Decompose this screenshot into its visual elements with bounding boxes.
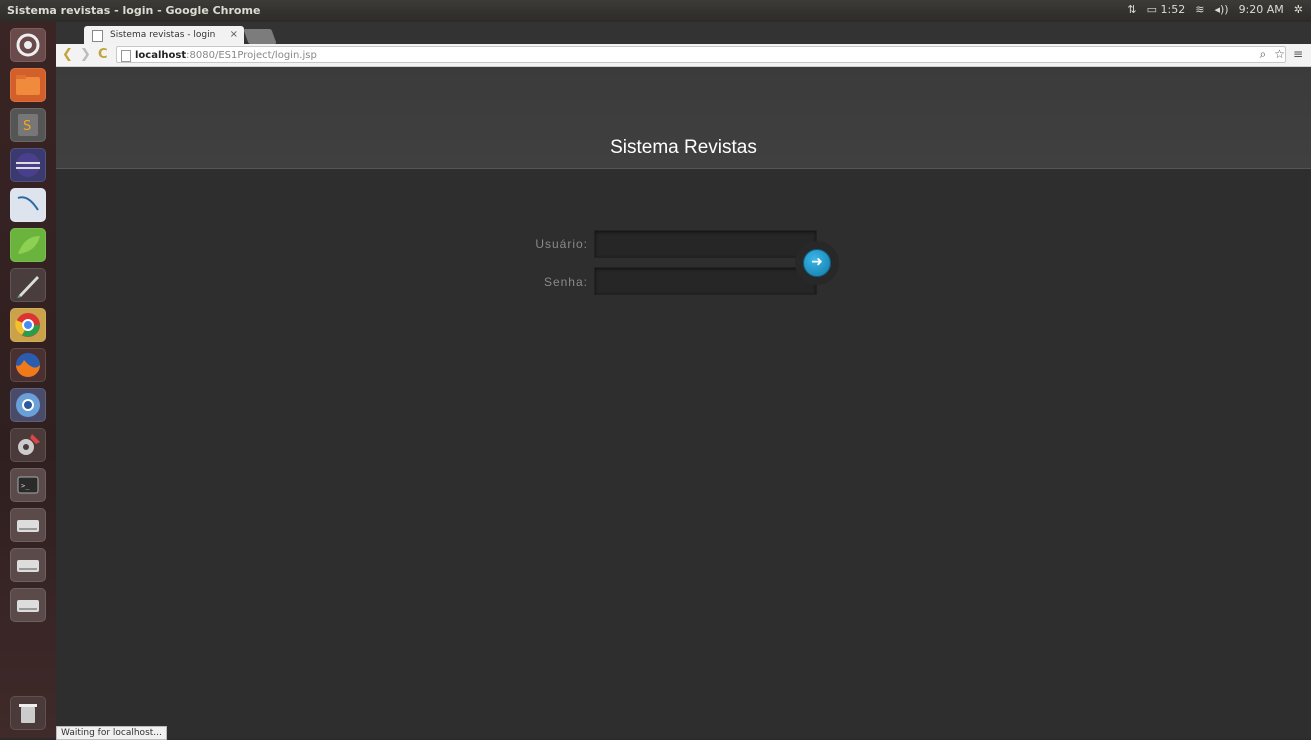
terminal-icon[interactable]: >_ (10, 468, 46, 502)
username-label: Usuário: (535, 237, 588, 251)
page-icon (121, 50, 131, 62)
network-icon[interactable]: ⇅ (1127, 3, 1136, 16)
url-path: :8080/ES1Project/login.jsp (186, 50, 317, 61)
reload-icon[interactable]: C (98, 47, 108, 63)
chrome-icon[interactable] (10, 308, 46, 342)
drive-icon[interactable] (10, 588, 46, 622)
svg-text:>_: >_ (21, 482, 30, 490)
gear-icon[interactable]: ✲ (1294, 3, 1303, 16)
tab-strip: Sistema revistas - login × (56, 22, 1311, 44)
page-icon (92, 30, 103, 42)
chromium-icon[interactable] (10, 388, 46, 422)
volume-icon[interactable]: ◂)) (1214, 3, 1228, 16)
wifi-icon[interactable]: ≋ (1195, 3, 1204, 16)
back-icon[interactable]: ❮ (62, 47, 73, 63)
battery-indicator[interactable]: ▭ 1:52 (1147, 3, 1186, 16)
address-bar[interactable]: localhost:8080/ES1Project/login.jsp (116, 46, 1286, 63)
window-title: Sistema revistas - login - Google Chrome (7, 4, 261, 17)
battery-time: 1:52 (1160, 3, 1186, 16)
url-host: localhost (135, 50, 187, 61)
close-icon[interactable]: × (230, 26, 238, 44)
ubuntu-dash-icon[interactable] (10, 28, 46, 62)
new-tab-button[interactable] (243, 29, 277, 44)
launcher: S >_ (0, 22, 57, 738)
username-input[interactable] (594, 230, 817, 258)
drive-icon[interactable] (10, 548, 46, 582)
inkscape-icon[interactable] (10, 268, 46, 302)
spring-tool-icon[interactable] (10, 228, 46, 262)
indicator-area: ⇅ ▭ 1:52 ≋ ◂)) 9:20 AM ✲ (1127, 3, 1303, 16)
drive-icon[interactable] (10, 508, 46, 542)
tab-label: Sistema revistas - login (110, 30, 216, 40)
page-title: Sistema Revistas (610, 137, 757, 158)
zoom-icon[interactable]: ⌕ (1259, 47, 1266, 62)
tab-login[interactable]: Sistema revistas - login × (84, 26, 244, 44)
page-header: Sistema Revistas (56, 67, 1311, 169)
clock[interactable]: 9:20 AM (1239, 3, 1284, 16)
page-content: Sistema Revistas Usuário: Senha: ➜ (56, 67, 1311, 738)
svg-text:S: S (23, 119, 31, 134)
password-input[interactable] (594, 267, 817, 295)
arrow-right-icon: ➜ (811, 254, 823, 270)
system-settings-icon[interactable] (10, 428, 46, 462)
menu-icon[interactable]: ≡ (1293, 47, 1303, 62)
bookmark-star-icon[interactable]: ☆ (1274, 47, 1285, 62)
trash-icon[interactable] (10, 696, 46, 730)
files-icon[interactable] (10, 68, 46, 102)
mysql-workbench-icon[interactable] (10, 188, 46, 222)
eclipse-icon[interactable] (10, 148, 46, 182)
firefox-icon[interactable] (10, 348, 46, 382)
browser-toolbar: ❮ ❯ C localhost:8080/ES1Project/login.js… (56, 44, 1311, 67)
password-label: Senha: (543, 275, 588, 289)
top-panel: Sistema revistas - login - Google Chrome… (0, 0, 1311, 22)
login-submit-button[interactable]: ➜ (803, 249, 831, 277)
forward-icon[interactable]: ❯ (80, 47, 91, 63)
sublime-text-icon[interactable]: S (10, 108, 46, 142)
